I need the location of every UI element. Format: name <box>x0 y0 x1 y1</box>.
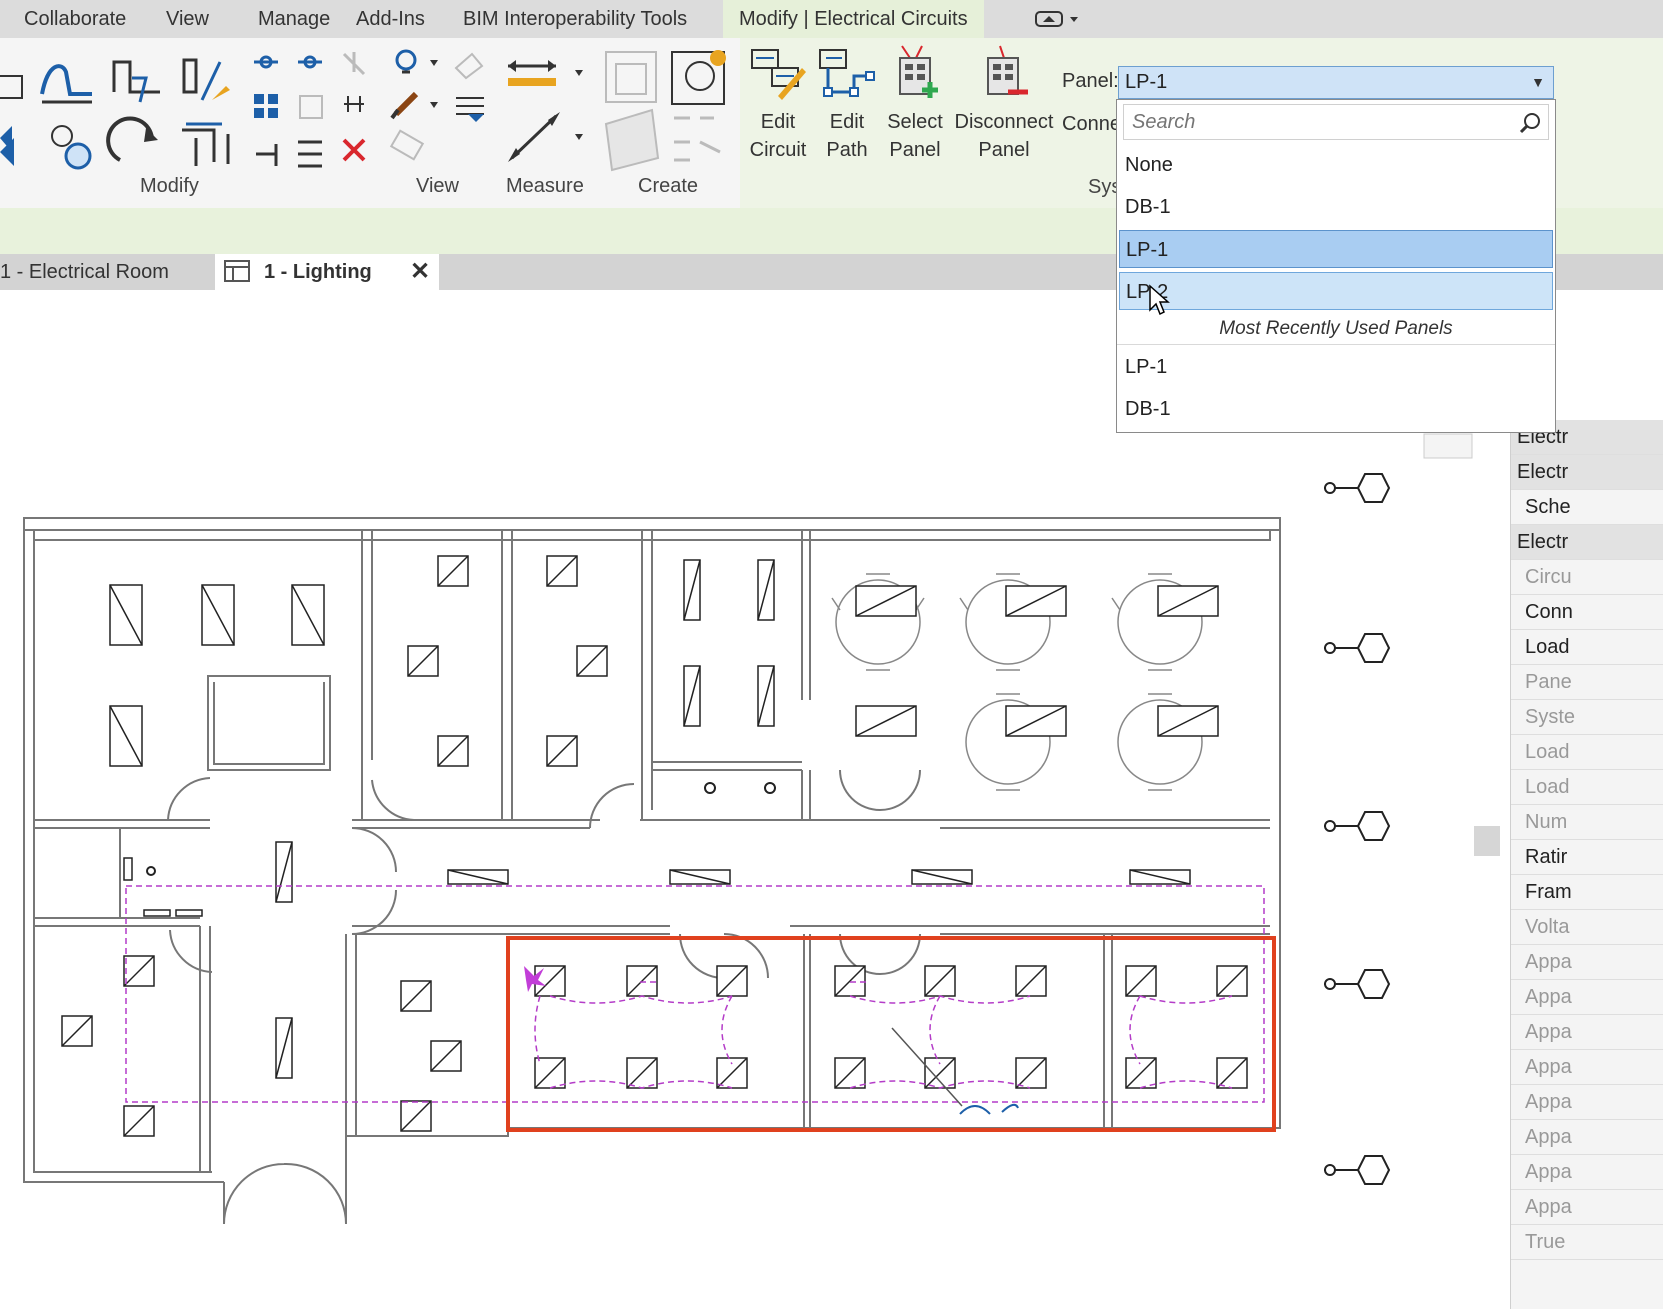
mru-option-db-1[interactable]: DB-1 <box>1119 390 1553 428</box>
panel-option-lp-2[interactable]: LP-2 <box>1119 272 1553 310</box>
ribbon-minimize-icon[interactable] <box>1034 8 1084 35</box>
select-panel-label[interactable]: Select Panel <box>882 108 948 164</box>
view-tab-electrical-room[interactable]: 1 - Electrical Room <box>0 254 189 290</box>
property-row[interactable]: Appa <box>1511 1155 1663 1190</box>
property-row[interactable]: Load <box>1511 770 1663 805</box>
connect-label: Conne <box>1062 113 1121 135</box>
property-row[interactable]: Appa <box>1511 1085 1663 1120</box>
property-row[interactable]: Appa <box>1511 1190 1663 1225</box>
panel-search-box <box>1123 104 1549 140</box>
panel-search-input[interactable] <box>1130 110 1514 135</box>
property-row[interactable]: Appa <box>1511 1015 1663 1050</box>
panel-option-db-1[interactable]: DB-1 <box>1119 188 1553 226</box>
tab-manage[interactable]: Manage <box>258 0 330 38</box>
edit-path-label[interactable]: Edit Path <box>818 108 876 164</box>
panel-label: Panel: <box>1062 70 1119 92</box>
mouse-pointer-icon <box>1149 284 1170 316</box>
view-tab-lighting[interactable]: 1 - Lighting ✕ <box>215 254 439 290</box>
property-row[interactable]: Syste <box>1511 700 1663 735</box>
disconnect-panel-icon[interactable] <box>980 44 1030 102</box>
chevron-down-icon[interactable]: ▼ <box>1531 67 1545 98</box>
property-row[interactable]: Load <box>1511 630 1663 665</box>
property-row[interactable]: Electr <box>1511 525 1663 560</box>
property-row[interactable]: Appa <box>1511 980 1663 1015</box>
floor-plan <box>23 433 1473 1225</box>
property-row[interactable]: Num <box>1511 805 1663 840</box>
mru-option-lp-1[interactable]: LP-1 <box>1119 348 1553 386</box>
edit-circuit-label[interactable]: Edit Circuit <box>748 108 808 164</box>
panel-dropdown-list: None DB-1 LP-1 LP-2 Most Recently Used P… <box>1116 99 1556 433</box>
vertical-scrollbar-thumb[interactable] <box>1474 826 1500 856</box>
view-tab-lighting-label: 1 - Lighting <box>264 261 372 283</box>
panel-combo[interactable]: LP-1 ▼ <box>1118 66 1554 99</box>
modify-tools-icons <box>0 49 726 172</box>
mru-panels-header: Most Recently Used Panels <box>1117 314 1555 345</box>
floor-plan-icon <box>224 260 250 282</box>
property-row[interactable]: Electr <box>1511 455 1663 490</box>
edit-circuit-icon[interactable] <box>748 46 808 102</box>
tab-view[interactable]: View <box>166 0 209 38</box>
group-label-create: Create <box>638 175 699 197</box>
property-row[interactable]: Conn <box>1511 595 1663 630</box>
group-label-measure: Measure <box>506 175 584 197</box>
property-row[interactable]: Ratir <box>1511 840 1663 875</box>
tab-bim-interoperability-tools[interactable]: BIM Interoperability Tools <box>463 0 687 38</box>
property-row[interactable]: Appa <box>1511 1050 1663 1085</box>
property-row[interactable]: Appa <box>1511 1120 1663 1155</box>
edit-path-icon[interactable] <box>818 46 876 102</box>
tab-add-ins[interactable]: Add-Ins <box>356 0 425 38</box>
property-row[interactable]: Pane <box>1511 665 1663 700</box>
property-row[interactable]: Fram <box>1511 875 1663 910</box>
properties-palette: Electr Electr Sche Electr Circu Conn Load Pane S… <box>1510 420 1663 1309</box>
close-tab-icon[interactable]: ✕ <box>410 254 430 290</box>
property-row[interactable]: Appa <box>1511 945 1663 980</box>
disconnect-panel-label[interactable]: Disconnect Panel <box>952 108 1056 164</box>
panel-combo-value: LP-1 <box>1125 71 1168 93</box>
search-icon <box>1519 113 1540 134</box>
property-row[interactable]: Volta <box>1511 910 1663 945</box>
property-row[interactable]: True <box>1511 1225 1663 1260</box>
property-row[interactable]: Circu <box>1511 560 1663 595</box>
property-row[interactable]: Load <box>1511 735 1663 770</box>
group-label-modify: Modify <box>140 175 199 197</box>
tab-modify-electrical-circuits[interactable]: Modify | Electrical Circuits <box>723 0 984 38</box>
property-row[interactable]: Sche <box>1511 490 1663 525</box>
tab-collaborate[interactable]: Collaborate <box>24 0 126 38</box>
group-label-view: View <box>416 175 459 197</box>
drawing-canvas[interactable] <box>0 290 1480 1309</box>
panel-option-none[interactable]: None <box>1119 146 1553 184</box>
ribbon-tab-bar: Collaborate View Manage Add-Ins BIM Inte… <box>0 0 1663 38</box>
panel-option-lp-1[interactable]: LP-1 <box>1119 230 1553 268</box>
select-panel-icon[interactable] <box>892 44 942 102</box>
